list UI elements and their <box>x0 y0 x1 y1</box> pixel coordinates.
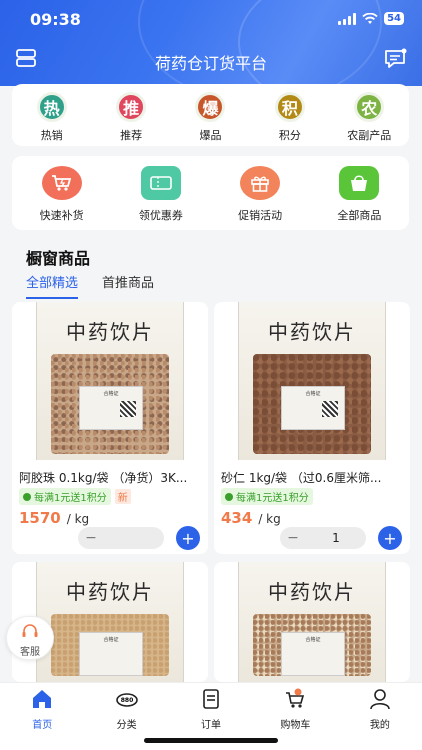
service-label: 全部商品 <box>337 209 382 222</box>
qr-code-icon <box>322 401 338 417</box>
product-image-cert: 合格证 <box>305 637 321 643</box>
product-card[interactable]: 中药饮片 合格证 阿胶珠 0.1kg/袋 （净货）3K... 每满1元送1积分 … <box>12 302 208 554</box>
product-image[interactable]: 中药饮片 合格证 <box>36 302 184 460</box>
wifi-icon <box>362 12 378 24</box>
system-icons: 54 <box>338 12 404 25</box>
price-row: 1570 / kg <box>19 509 89 527</box>
service-label: 快速补货 <box>39 209 84 222</box>
shopping-bag-icon <box>339 166 380 200</box>
service-label: 促销活动 <box>238 209 283 222</box>
price-unit: / kg <box>66 512 90 526</box>
service-all-products[interactable]: 全部商品 <box>314 166 404 223</box>
status-bar: 09:38 54 <box>0 0 422 40</box>
product-image-banner: 中药饮片 <box>66 580 154 604</box>
service-promotion[interactable]: 促销活动 <box>215 166 305 223</box>
product-image-banner: 中药饮片 <box>66 320 154 344</box>
category-agri[interactable]: 农 农副产品 <box>334 92 404 143</box>
tab-home[interactable]: 首页 <box>0 683 84 750</box>
promo-row: 每满1元送1积分 <box>221 488 313 505</box>
status-time: 09:38 <box>30 10 81 29</box>
category-label: 爆品 <box>199 129 222 142</box>
cart-icon <box>286 688 305 708</box>
hot-badge-icon: 热 <box>36 92 67 122</box>
tab-featured[interactable]: 首推商品 <box>102 272 154 299</box>
gift-icon <box>240 166 281 200</box>
price-value: 1570 <box>19 509 61 527</box>
points-badge-icon: 积 <box>274 92 305 122</box>
explosive-badge-icon: 爆 <box>195 92 226 122</box>
product-image[interactable]: 中药饮片 合格证 <box>238 302 386 460</box>
category-card: 热 热销 推 推荐 爆 爆品 积 积分 农 农副产品 <box>12 84 409 146</box>
new-badge: 新 <box>114 489 131 504</box>
quick-restock-cart-icon <box>41 166 82 200</box>
promo-row: 每满1元送1积分 新 <box>19 488 131 505</box>
product-card[interactable]: 中药饮片 合格证 <box>214 562 410 682</box>
increase-button[interactable]: + <box>176 526 200 550</box>
battery-icon: 54 <box>384 12 404 25</box>
cellular-signal-icon <box>338 12 357 25</box>
price-value: 434 <box>221 509 253 527</box>
decrease-button[interactable]: − <box>78 527 104 549</box>
agri-badge-icon: 农 <box>354 92 385 122</box>
quantity-input[interactable]: 1 <box>306 527 366 549</box>
customer-service-button[interactable]: 客服 <box>6 616 54 660</box>
profile-icon <box>370 689 390 710</box>
decrease-button[interactable]: − <box>280 527 306 549</box>
service-quick-restock[interactable]: 快速补货 <box>17 166 107 223</box>
recommend-badge-icon: 推 <box>116 92 147 122</box>
product-tabs: 全部精选 首推商品 <box>26 272 154 299</box>
coupon-icon <box>140 166 181 200</box>
tab-profile[interactable]: 我的 <box>338 683 422 750</box>
headset-icon <box>22 624 38 637</box>
increase-button[interactable]: + <box>378 526 402 550</box>
product-image[interactable]: 中药饮片 合格证 <box>36 562 184 682</box>
quantity-stepper: − 1 + <box>280 526 402 550</box>
category-hot[interactable]: 热 热销 <box>17 92 87 143</box>
points-promo-tag: 每满1元送1积分 <box>221 488 313 505</box>
category-recommend[interactable]: 推 推荐 <box>96 92 166 143</box>
quantity-stepper: − + <box>78 526 200 550</box>
product-image-cert: 合格证 <box>305 391 321 397</box>
message-icon[interactable] <box>384 48 408 70</box>
category-label: 积分 <box>278 129 301 142</box>
coin-icon <box>23 492 31 501</box>
tab-all-selected[interactable]: 全部精选 <box>26 272 79 299</box>
customer-service-label: 客服 <box>20 647 40 658</box>
order-icon <box>203 689 219 709</box>
product-image-cert: 合格证 <box>103 637 119 643</box>
section-title: 橱窗商品 <box>26 249 91 268</box>
product-title[interactable]: 砂仁 1kg/袋 （过0.6厘米筛... <box>221 469 405 486</box>
page-title: 荷药仓订货平台 <box>154 54 267 73</box>
home-icon <box>33 690 52 708</box>
points-promo-tag: 每满1元送1积分 <box>19 488 111 505</box>
product-image-banner: 中药饮片 <box>268 320 356 344</box>
quantity-input[interactable] <box>104 527 164 549</box>
product-image-cert: 合格证 <box>103 391 119 397</box>
qr-code-icon <box>120 401 136 417</box>
product-image-banner: 中药饮片 <box>268 580 356 604</box>
service-card: 快速补货 领优惠券 促销活动 全部商品 <box>12 156 409 230</box>
app-header: 09:38 54 荷药仓订货平台 <box>0 0 422 86</box>
product-card[interactable]: 中药饮片 合格证 砂仁 1kg/袋 （过0.6厘米筛... 每满1元送1积分 4… <box>214 302 410 554</box>
service-coupon[interactable]: 领优惠券 <box>116 166 206 223</box>
service-label: 领优惠券 <box>138 209 183 222</box>
category-label: 推荐 <box>120 129 143 142</box>
svg-text:880: 880 <box>120 697 133 704</box>
category-points[interactable]: 积 积分 <box>255 92 325 143</box>
category-icon: 880 <box>115 693 138 707</box>
price-row: 434 / kg <box>221 509 281 527</box>
category-label: 农副产品 <box>347 129 392 142</box>
price-unit: / kg <box>258 512 281 526</box>
home-indicator <box>144 738 278 743</box>
category-explosive[interactable]: 爆 爆品 <box>175 92 245 143</box>
category-label: 热销 <box>40 129 63 142</box>
product-title[interactable]: 阿胶珠 0.1kg/袋 （净货）3K... <box>19 469 203 486</box>
product-image[interactable]: 中药饮片 合格证 <box>238 562 386 682</box>
coin-icon <box>225 492 233 501</box>
